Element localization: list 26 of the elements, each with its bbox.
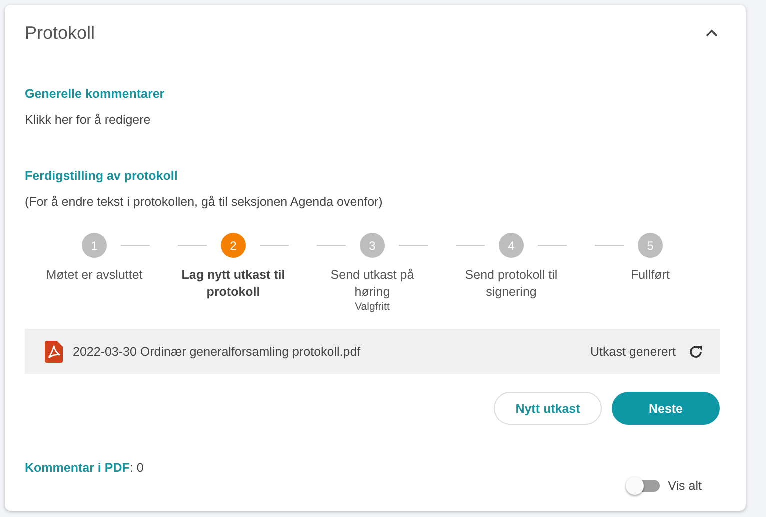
step-number: 3 xyxy=(360,233,385,258)
toggle-switch[interactable] xyxy=(628,480,660,492)
instruction-text: (For å endre tekst i protokollen, gå til seksjonen Agenda ovenfor) xyxy=(25,195,384,209)
step-number: 5 xyxy=(638,233,663,258)
pdf-file-icon xyxy=(45,340,63,362)
refresh-icon[interactable] xyxy=(688,344,704,360)
section-heading: Ferdigstilling av protokoll xyxy=(25,169,179,183)
step-number: 1 xyxy=(82,233,107,258)
file-name[interactable]: 2022-03-30 Ordinær generalforsamling protokoll.pdf xyxy=(73,344,591,358)
step-label: Møtet er avsluttet xyxy=(46,267,143,284)
collapse-chevron-icon[interactable] xyxy=(704,27,720,39)
step-label: Send utkast på høring xyxy=(330,267,416,301)
step-label: Fullført xyxy=(631,267,670,284)
step-label: Send protokoll til signering xyxy=(464,267,559,301)
toggle-label: Vis alt xyxy=(668,479,702,493)
step-sublabel: Valgfritt xyxy=(355,301,390,313)
step-number: 2 xyxy=(221,233,246,258)
step-label: Lag nytt utkast til protokoll xyxy=(180,267,286,301)
pdf-comment-count: Kommentar i PDF: 0 xyxy=(25,461,145,475)
next-button[interactable]: Neste xyxy=(612,392,720,425)
file-status: Utkast generert xyxy=(590,344,676,358)
edit-prompt[interactable]: Klikk her for å redigere xyxy=(25,113,720,127)
section-heading: Generelle kommentarer xyxy=(25,87,166,101)
step-number: 4 xyxy=(499,233,524,258)
new-draft-button[interactable]: Nytt utkast xyxy=(494,392,602,425)
panel-title: Protokoll xyxy=(25,22,96,44)
